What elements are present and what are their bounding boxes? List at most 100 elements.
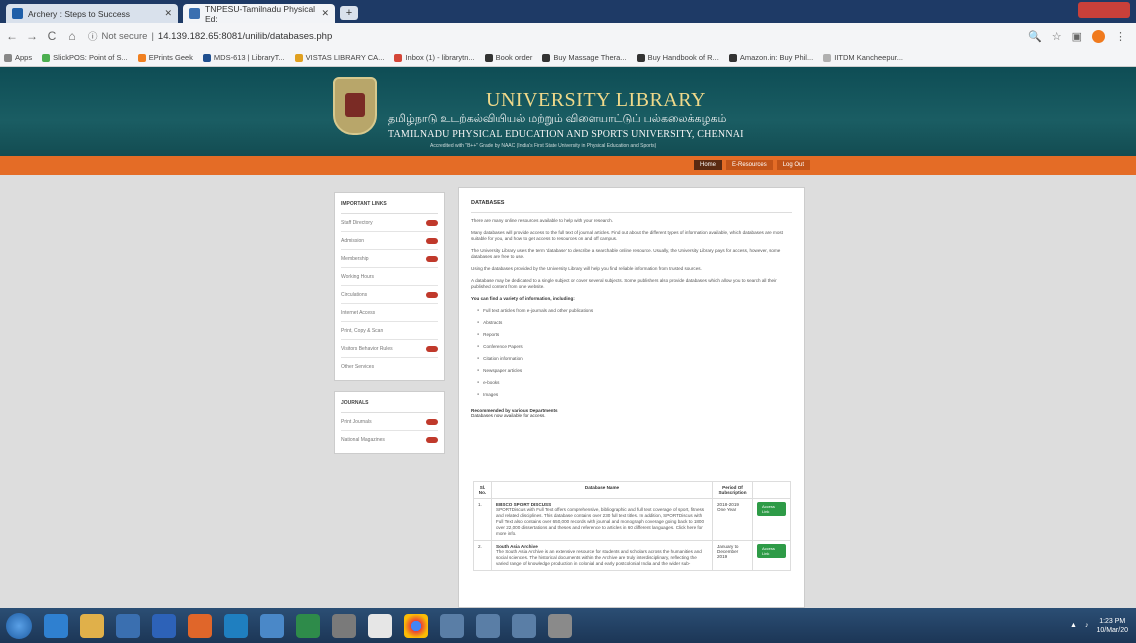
chrome-icon[interactable] <box>404 613 428 638</box>
important-links-heading: IMPORTANT LINKS <box>341 197 438 214</box>
app-icon[interactable] <box>260 613 284 638</box>
sidebar: IMPORTANT LINKS Staff Directory Admissio… <box>334 192 445 464</box>
sidebar-item-circulations[interactable]: Circulations <box>341 286 438 304</box>
extension-icon[interactable]: ▣ <box>1072 30 1082 43</box>
list-item: Citation information <box>477 352 792 364</box>
address-bar[interactable]: ⓘ Not secure | 14.139.182.65:8081/unilib… <box>88 29 332 44</box>
bookmark[interactable]: Book order <box>484 53 532 62</box>
app-icon[interactable] <box>152 613 176 638</box>
list-item: Full text articles from e-journals and o… <box>477 304 792 316</box>
table-row: 1. EBSCO SPORT DISCUSS SPORTDiscus with … <box>473 498 791 541</box>
databases-table: Sl. No. Database Name Period Of Subscrip… <box>473 481 791 571</box>
sidebar-item-working-hours[interactable]: Working Hours <box>341 268 438 286</box>
col-database-name: Database Name <box>491 481 713 499</box>
network-icon[interactable]: ▲ <box>1070 622 1077 629</box>
information-list: Full text articles from e-journals and o… <box>477 304 792 400</box>
menu-icon[interactable]: ⋮ <box>1115 30 1126 43</box>
bookmark-apps[interactable]: Apps <box>4 53 32 62</box>
bookmark[interactable]: Inbox (1) - librarytn... <box>394 53 475 62</box>
site-header: UNIVERSITY LIBRARY தமிழ்நாடு உடற்கல்வியி… <box>0 67 1136 156</box>
table-header-row: Sl. No. Database Name Period Of Subscrip… <box>473 481 791 499</box>
volume-icon[interactable]: ♪ <box>1085 622 1089 629</box>
sidebar-item-national-magazines[interactable]: National Magazines <box>341 431 438 449</box>
gmail-icon <box>394 53 403 62</box>
browser-toolbar: ← → C ⌂ ⓘ Not secure | 14.139.182.65:808… <box>0 23 1136 49</box>
top-nav-bar: Home E-Resources Log Out <box>0 156 1136 175</box>
excel-icon[interactable] <box>296 613 320 638</box>
firefox-icon[interactable] <box>188 613 212 638</box>
sidebar-item-internet-access[interactable]: Internet Access <box>341 304 438 322</box>
app-icon[interactable] <box>368 613 392 638</box>
sidebar-item-print-journals[interactable]: Print Journals <box>341 413 438 431</box>
info-icon[interactable]: ⓘ <box>88 29 98 43</box>
window-icon[interactable] <box>512 613 536 638</box>
badge-icon <box>426 418 438 425</box>
bookmark[interactable]: MDS-613 | LibraryT... <box>202 53 285 62</box>
nav-eresources-link[interactable]: E-Resources <box>726 160 773 170</box>
not-secure-label: Not secure <box>101 30 148 42</box>
sidebar-item-admission[interactable]: Admission <box>341 232 438 250</box>
amazon-icon <box>636 53 645 62</box>
window-controls[interactable] <box>1078 2 1130 18</box>
start-button[interactable] <box>6 612 32 639</box>
home-icon[interactable]: ⌂ <box>64 29 80 43</box>
close-icon[interactable]: ✕ <box>321 8 329 19</box>
window-icon[interactable] <box>476 613 500 638</box>
col-action <box>752 481 791 499</box>
page-title: DATABASES <box>471 196 792 213</box>
windows-taskbar: ▲ ♪ 1:23 PM 10/Mar/20 <box>0 608 1136 643</box>
bookmark[interactable]: VISTAS LIBRARY CA... <box>294 53 384 62</box>
zoom-icon[interactable]: 🔍 <box>1028 30 1042 43</box>
window-icon[interactable] <box>440 613 464 638</box>
badge-icon <box>426 437 438 443</box>
profile-avatar[interactable] <box>1092 29 1105 43</box>
star-icon[interactable]: ☆ <box>1052 30 1062 43</box>
sidebar-item-other-services[interactable]: Other Services <box>341 358 438 376</box>
close-icon[interactable]: ✕ <box>164 8 172 19</box>
bookmark[interactable]: IITDM Kancheepur... <box>823 53 903 62</box>
bookmark[interactable]: SlickPOS: Point of S... <box>42 53 128 62</box>
explorer-icon[interactable] <box>80 613 104 638</box>
cell-database: EBSCO SPORT DISCUSS SPORTDiscus with Ful… <box>491 498 713 541</box>
app-icon[interactable] <box>332 613 356 638</box>
url-text[interactable]: 14.139.182.65:8081/unilib/databases.php <box>158 31 332 42</box>
clock[interactable]: 1:23 PM 10/Mar/20 <box>1096 617 1128 635</box>
toolbar-actions: 🔍 ☆ ▣ ⋮ <box>1028 29 1126 43</box>
back-icon[interactable]: ← <box>4 29 20 43</box>
paragraph: Many databases will provide access to th… <box>471 230 783 241</box>
nav-logout-link[interactable]: Log Out <box>776 160 811 170</box>
clock-time: 1:23 PM <box>1099 617 1126 625</box>
nav-home-link[interactable]: Home <box>694 160 723 170</box>
amazon-icon <box>728 53 737 62</box>
app-icon[interactable] <box>548 613 572 638</box>
access-link-button[interactable]: Access Link <box>757 502 786 516</box>
browser-tab[interactable]: Archery : Steps to Success ✕ <box>6 4 178 23</box>
bookmark[interactable]: Buy Massage Thera... <box>542 53 627 62</box>
media-player-icon[interactable] <box>116 613 140 638</box>
bookmark-icon <box>823 53 832 62</box>
sidebar-item-print-copy-scan[interactable]: Print, Copy & Scan <box>341 322 438 340</box>
tnpesu-favicon-icon <box>189 8 200 19</box>
bookmark[interactable]: Buy Handbook of R... <box>636 53 719 62</box>
app-icon[interactable] <box>224 613 248 638</box>
badge-icon <box>426 237 438 244</box>
bookmark[interactable]: EPrints Geek <box>137 53 193 62</box>
forward-icon[interactable]: → <box>24 29 40 43</box>
cell-period: 2018-2019 One Year <box>712 498 753 541</box>
bookmark-icon <box>137 53 146 62</box>
list-item: Conference Papers <box>477 340 792 352</box>
reload-icon[interactable]: C <box>44 29 60 43</box>
bookmark[interactable]: Amazon.in: Buy Phil... <box>728 53 813 62</box>
sidebar-item-staff-directory[interactable]: Staff Directory <box>341 214 438 232</box>
cell-sl: 1. <box>473 498 492 541</box>
new-tab-button[interactable]: + <box>340 6 358 20</box>
browser-tab-active[interactable]: TNPESU-Tamilnadu Physical Ed: ✕ <box>183 4 335 24</box>
bookmark-icon <box>202 53 211 62</box>
tab-title: Archery : Steps to Success <box>28 8 131 19</box>
sidebar-item-visitors-rules[interactable]: Visitors Behavior Rules <box>341 340 438 358</box>
sidebar-item-membership[interactable]: Membership <box>341 250 438 268</box>
access-link-button[interactable]: Access Link <box>757 544 786 558</box>
list-item: Reports <box>477 328 792 340</box>
ie-icon[interactable] <box>44 613 68 638</box>
library-title: UNIVERSITY LIBRARY <box>486 89 706 111</box>
